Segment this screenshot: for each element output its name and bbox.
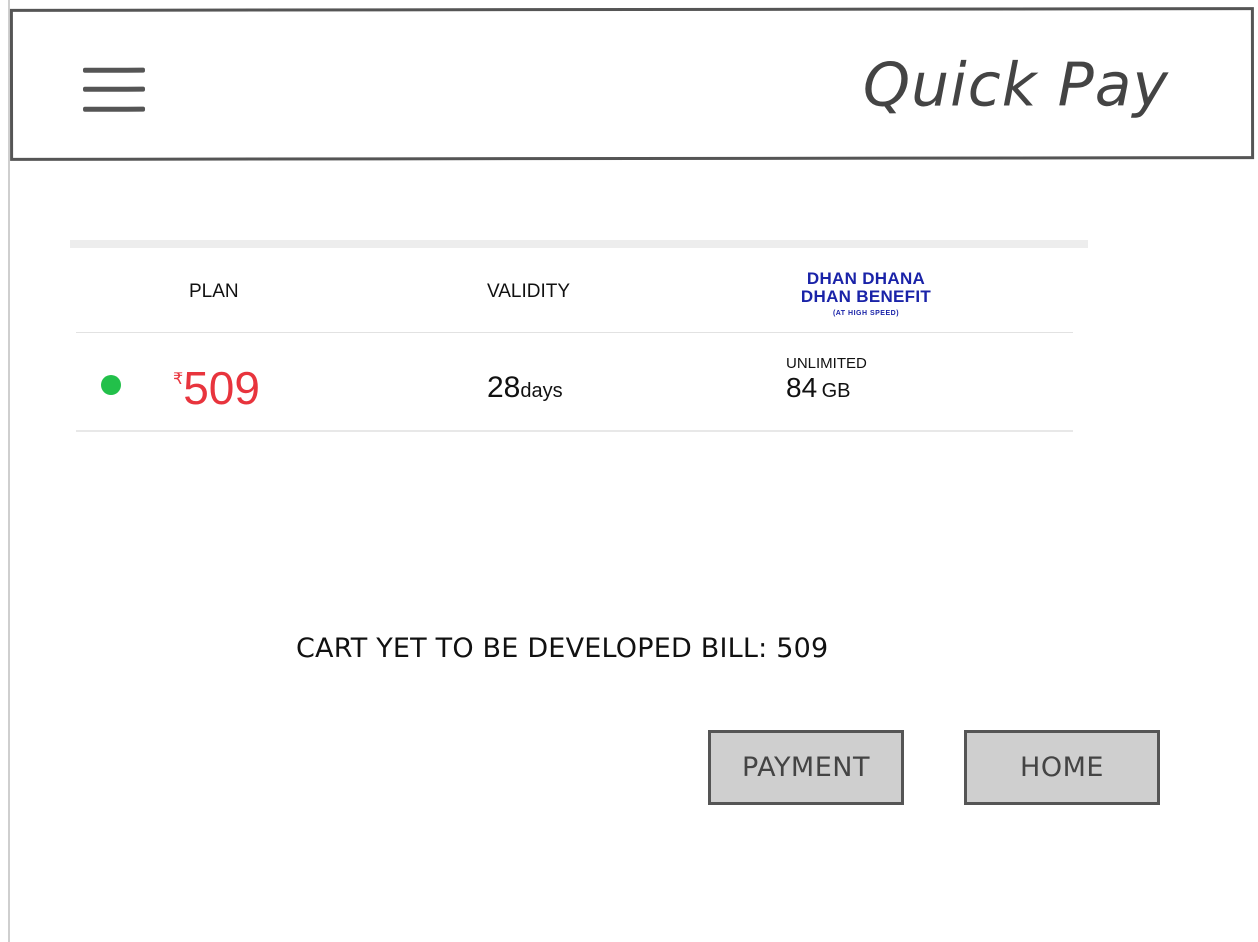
plan-price[interactable]: ₹509	[173, 361, 260, 415]
menu-bar-middle	[83, 86, 146, 92]
price-amount: 509	[183, 362, 260, 414]
app-header: Quick Pay	[9, 7, 1255, 161]
app-title: Quick Pay	[862, 50, 1170, 121]
table-top-bar	[70, 240, 1088, 248]
data-label: UNLIMITED	[786, 355, 867, 372]
menu-bar-bottom	[83, 106, 146, 112]
validity-unit: days	[520, 380, 563, 402]
header-divider	[76, 332, 1073, 333]
cart-bill-text: CART YET TO BE DEVELOPED BILL: 509	[296, 633, 829, 664]
validity-value: 28	[487, 371, 521, 404]
column-header-validity: VALIDITY	[487, 281, 571, 302]
data-unit: GB	[821, 380, 851, 402]
payment-button[interactable]: PAYMENT	[708, 730, 904, 805]
plan-data: UNLIMITED 84 GB	[786, 355, 867, 404]
data-value: 84	[786, 372, 818, 403]
plan-status-dot	[101, 375, 121, 395]
row-divider	[76, 430, 1073, 432]
benefit-logo-line1: DHAN DHANA	[806, 269, 926, 288]
benefit-logo-line2: DHAN BENEFIT	[800, 287, 932, 306]
benefit-logo: DHAN DHANA DHAN BENEFIT (AT HIGH SPEED)	[792, 270, 940, 319]
benefit-logo-line3: (AT HIGH SPEED)	[832, 310, 900, 317]
data-amount: 84 GB	[786, 372, 851, 403]
plan-validity: 28days	[487, 371, 563, 405]
currency-symbol: ₹	[173, 371, 184, 388]
plan-table: PLAN VALIDITY DHAN DHANA DHAN BENEFIT (A…	[70, 240, 1088, 434]
menu-bar-top	[82, 67, 145, 73]
hamburger-menu-icon[interactable]	[82, 65, 147, 115]
home-button[interactable]: HOME	[964, 730, 1160, 805]
column-header-plan: PLAN	[189, 281, 239, 302]
